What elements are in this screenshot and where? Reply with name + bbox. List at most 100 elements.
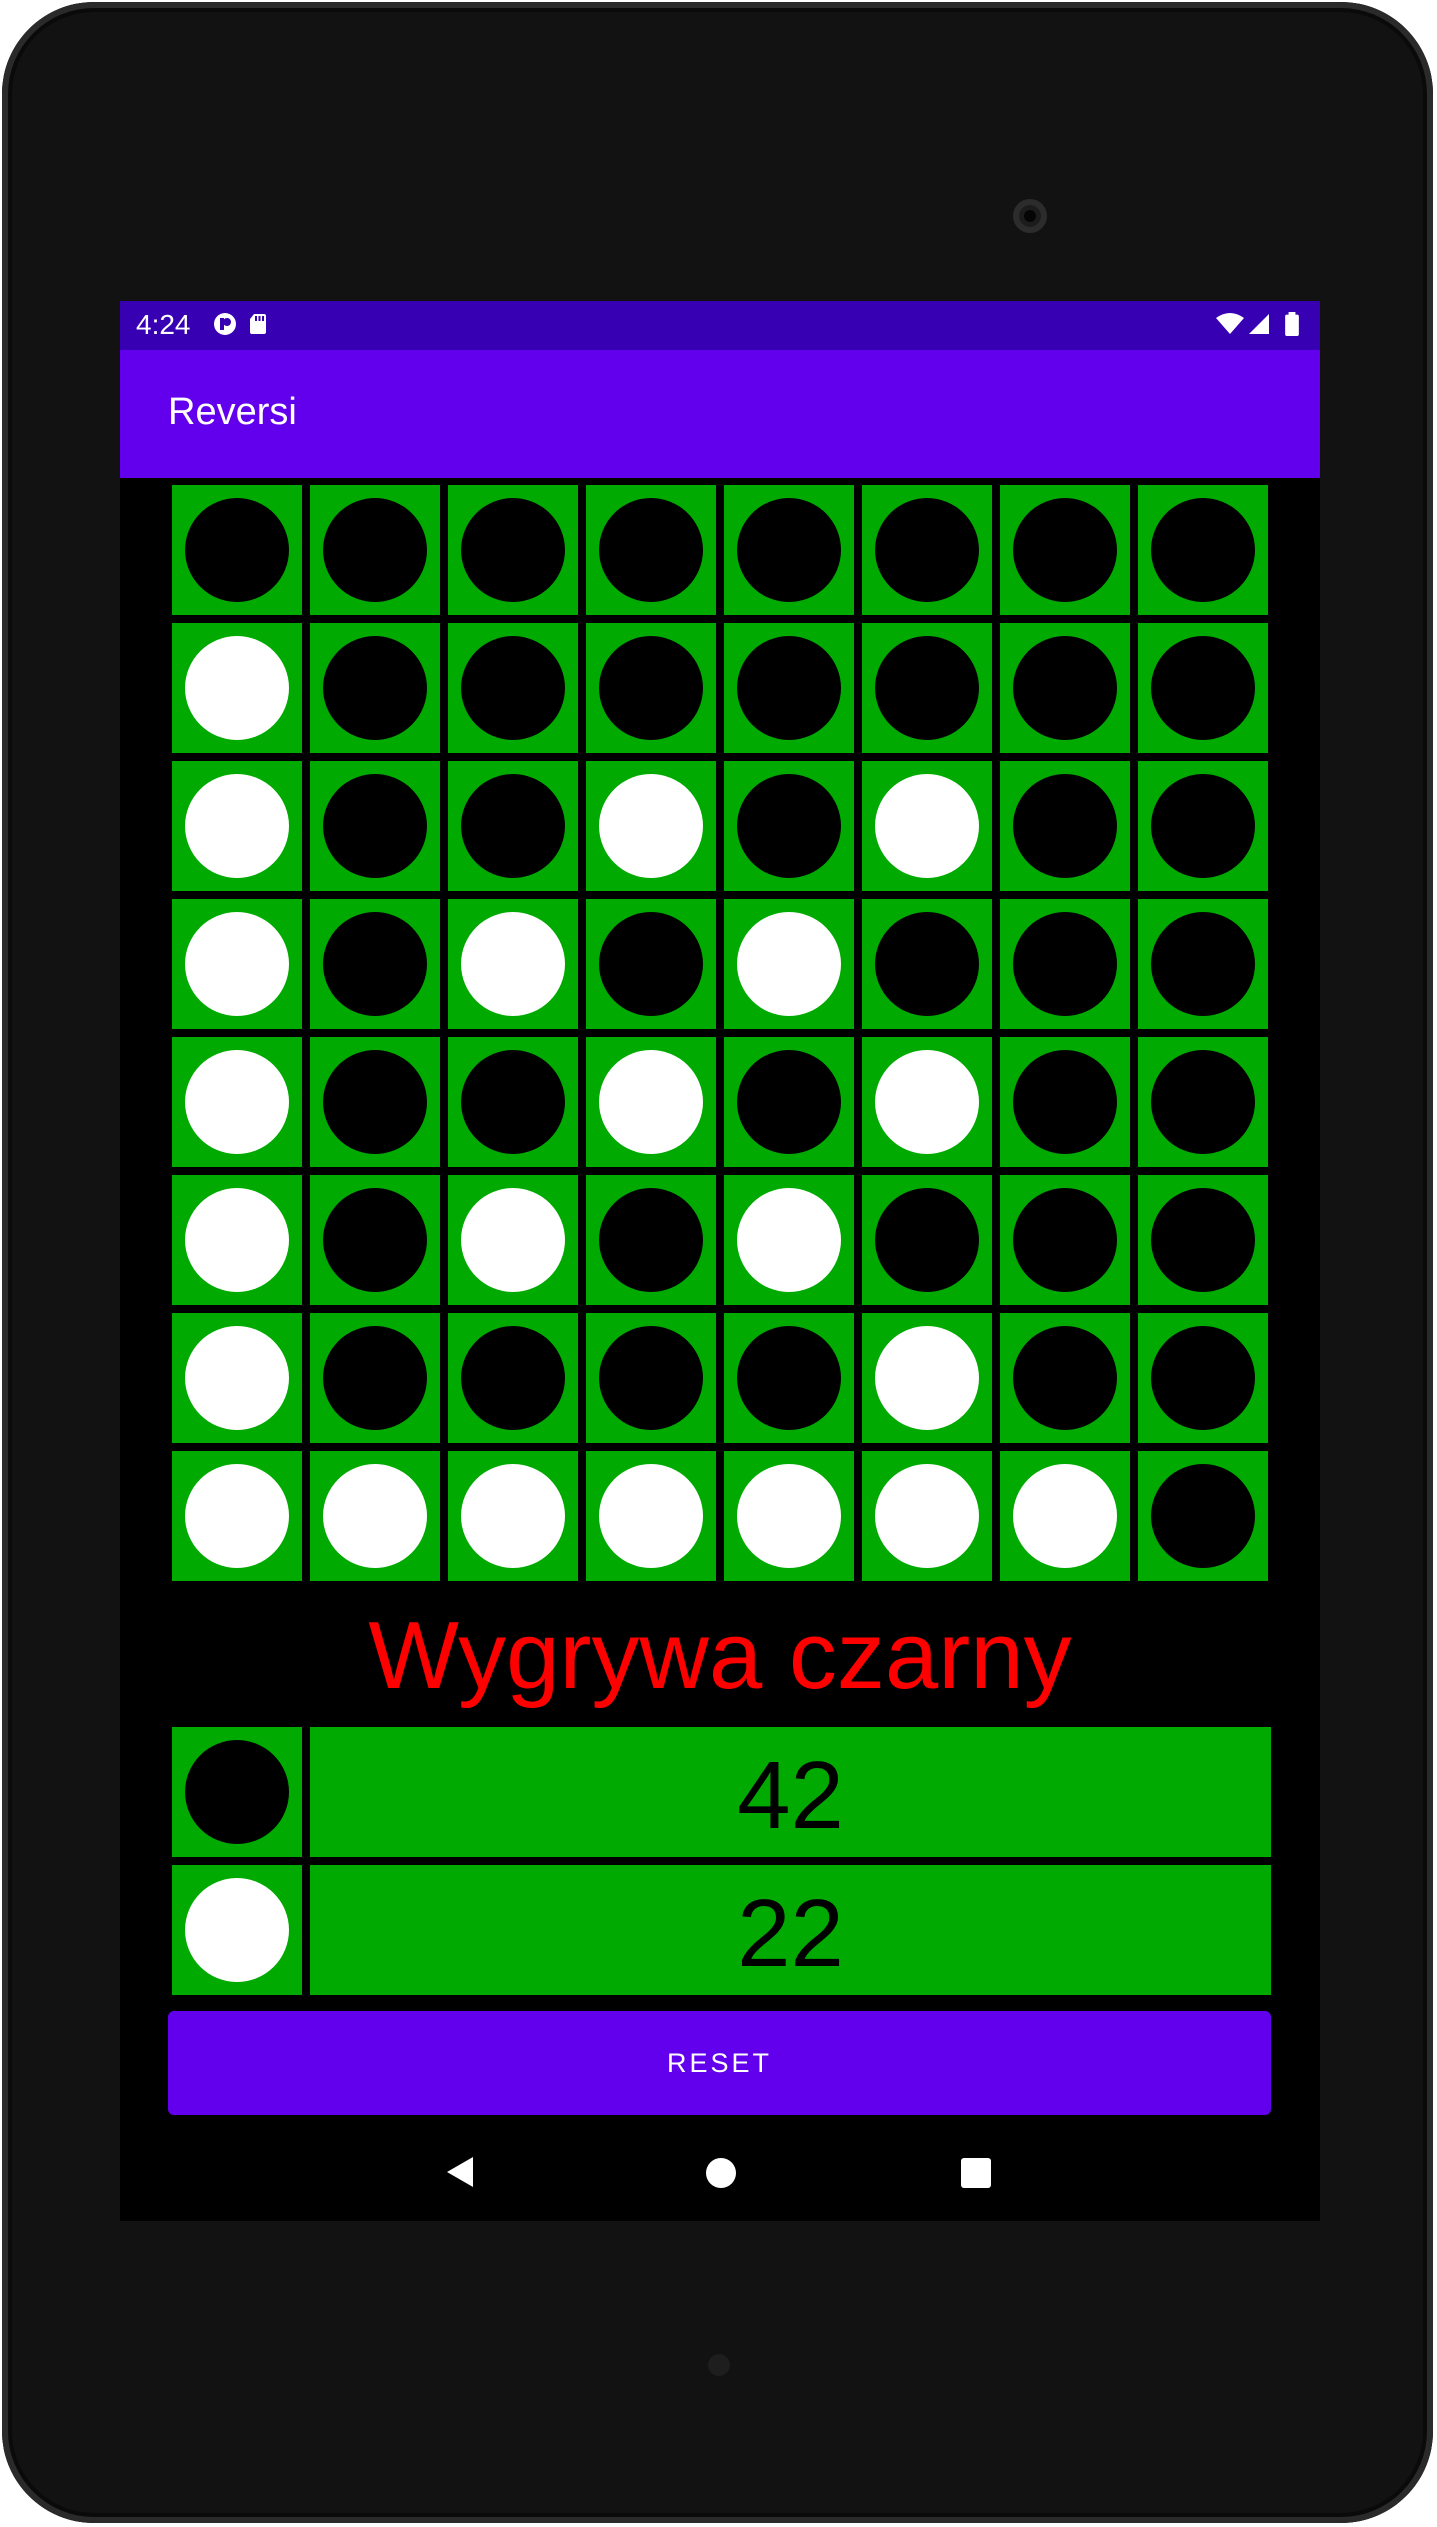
- board-cell-4-0[interactable]: [172, 1037, 302, 1167]
- board-cell-2-1[interactable]: [310, 761, 440, 891]
- winner-message: Wygrywa czarny: [368, 1602, 1072, 1709]
- white-disc: [185, 1188, 289, 1292]
- board-cell-7-4[interactable]: [724, 1451, 854, 1581]
- board-cell-3-2[interactable]: [448, 899, 578, 1029]
- white-score: 22: [310, 1865, 1271, 1995]
- board-cell-6-3[interactable]: [586, 1313, 716, 1443]
- board-cell-4-2[interactable]: [448, 1037, 578, 1167]
- board-cell-1-7[interactable]: [1138, 623, 1268, 753]
- board-cell-5-5[interactable]: [862, 1175, 992, 1305]
- board-cell-5-0[interactable]: [172, 1175, 302, 1305]
- white-disc: [323, 1464, 427, 1568]
- board-cell-6-4[interactable]: [724, 1313, 854, 1443]
- board-cell-5-3[interactable]: [586, 1175, 716, 1305]
- board-cell-6-5[interactable]: [862, 1313, 992, 1443]
- board-cell-2-6[interactable]: [1000, 761, 1130, 891]
- board-cell-1-2[interactable]: [448, 623, 578, 753]
- white-disc: [185, 1878, 289, 1982]
- board-cell-1-5[interactable]: [862, 623, 992, 753]
- board-cell-1-1[interactable]: [310, 623, 440, 753]
- board-cell-7-6[interactable]: [1000, 1451, 1130, 1581]
- board-cell-3-7[interactable]: [1138, 899, 1268, 1029]
- recents-icon[interactable]: [961, 2158, 991, 2188]
- black-disc: [599, 1188, 703, 1292]
- board-cell-2-4[interactable]: [724, 761, 854, 891]
- black-disc: [1013, 1188, 1117, 1292]
- black-disc: [737, 1050, 841, 1154]
- white-disc: [737, 912, 841, 1016]
- board-cell-6-1[interactable]: [310, 1313, 440, 1443]
- board-cell-7-0[interactable]: [172, 1451, 302, 1581]
- board-cell-1-0[interactable]: [172, 623, 302, 753]
- board-cell-7-7[interactable]: [1138, 1451, 1268, 1581]
- board-cell-3-6[interactable]: [1000, 899, 1130, 1029]
- black-disc: [185, 498, 289, 602]
- black-disc: [599, 636, 703, 740]
- board-cell-7-3[interactable]: [586, 1451, 716, 1581]
- app-title: Reversi: [168, 391, 297, 433]
- white-disc: [185, 636, 289, 740]
- board-cell-0-4[interactable]: [724, 485, 854, 615]
- board-cell-5-4[interactable]: [724, 1175, 854, 1305]
- board-cell-0-7[interactable]: [1138, 485, 1268, 615]
- black-disc: [1013, 912, 1117, 1016]
- board-cell-2-0[interactable]: [172, 761, 302, 891]
- black-disc: [737, 498, 841, 602]
- black-score: 42: [310, 1727, 1271, 1857]
- board-cell-6-2[interactable]: [448, 1313, 578, 1443]
- board-cell-4-7[interactable]: [1138, 1037, 1268, 1167]
- reset-button[interactable]: RESET: [168, 2011, 1271, 2115]
- board-cell-4-5[interactable]: [862, 1037, 992, 1167]
- board-cell-3-1[interactable]: [310, 899, 440, 1029]
- black-disc: [1151, 1326, 1255, 1430]
- board-cell-4-4[interactable]: [724, 1037, 854, 1167]
- board-cell-6-7[interactable]: [1138, 1313, 1268, 1443]
- board-cell-6-0[interactable]: [172, 1313, 302, 1443]
- black-disc: [185, 1740, 289, 1844]
- board-cell-2-7[interactable]: [1138, 761, 1268, 891]
- board-cell-1-3[interactable]: [586, 623, 716, 753]
- board-cell-2-2[interactable]: [448, 761, 578, 891]
- board-cell-4-3[interactable]: [586, 1037, 716, 1167]
- black-disc: [323, 498, 427, 602]
- board-cell-7-2[interactable]: [448, 1451, 578, 1581]
- black-disc: [737, 1326, 841, 1430]
- board-cell-1-6[interactable]: [1000, 623, 1130, 753]
- board-cell-3-0[interactable]: [172, 899, 302, 1029]
- board-cell-2-3[interactable]: [586, 761, 716, 891]
- board-cell-4-1[interactable]: [310, 1037, 440, 1167]
- black-disc: [875, 1188, 979, 1292]
- white-disc: [185, 1050, 289, 1154]
- board-cell-5-1[interactable]: [310, 1175, 440, 1305]
- board-cell-0-0[interactable]: [172, 485, 302, 615]
- home-icon[interactable]: [706, 2158, 736, 2188]
- black-disc: [461, 774, 565, 878]
- white-disc: [185, 1464, 289, 1568]
- white-disc: [737, 1188, 841, 1292]
- back-icon[interactable]: [445, 2155, 475, 2189]
- white-disc: [461, 1188, 565, 1292]
- board-cell-5-7[interactable]: [1138, 1175, 1268, 1305]
- board-cell-3-3[interactable]: [586, 899, 716, 1029]
- board-cell-5-6[interactable]: [1000, 1175, 1130, 1305]
- black-disc: [323, 1050, 427, 1154]
- black-disc: [1013, 636, 1117, 740]
- board-cell-0-6[interactable]: [1000, 485, 1130, 615]
- board-cell-0-1[interactable]: [310, 485, 440, 615]
- board-cell-7-1[interactable]: [310, 1451, 440, 1581]
- board-cell-1-4[interactable]: [724, 623, 854, 753]
- white-disc: [875, 1326, 979, 1430]
- board-cell-0-2[interactable]: [448, 485, 578, 615]
- board-cell-6-6[interactable]: [1000, 1313, 1130, 1443]
- board-cell-4-6[interactable]: [1000, 1037, 1130, 1167]
- board-cell-2-5[interactable]: [862, 761, 992, 891]
- black-disc: [1013, 774, 1117, 878]
- board-cell-5-2[interactable]: [448, 1175, 578, 1305]
- board-cell-3-4[interactable]: [724, 899, 854, 1029]
- black-disc: [737, 636, 841, 740]
- board-cell-7-5[interactable]: [862, 1451, 992, 1581]
- board-cell-3-5[interactable]: [862, 899, 992, 1029]
- black-disc: [1151, 1464, 1255, 1568]
- board-cell-0-3[interactable]: [586, 485, 716, 615]
- board-cell-0-5[interactable]: [862, 485, 992, 615]
